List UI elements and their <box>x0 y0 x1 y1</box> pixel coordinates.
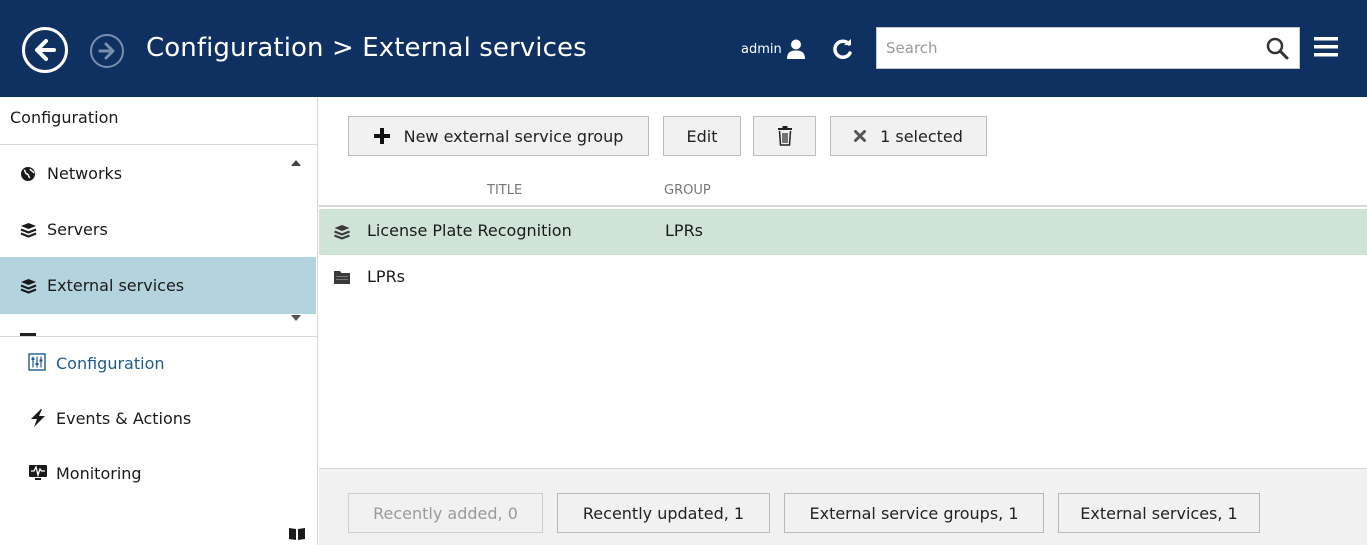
filter-label: External services, 1 <box>1080 503 1238 523</box>
filter-label: Recently updated, 1 <box>582 503 745 523</box>
sidebar: Configuration Networks Servers External … <box>0 97 318 545</box>
layers-icon <box>334 225 350 240</box>
back-button[interactable] <box>22 27 68 73</box>
selected-count: 1 selected <box>880 126 963 146</box>
pulse-monitor-icon <box>28 463 48 483</box>
plus-icon <box>373 128 390 144</box>
nav-label: Configuration <box>56 353 165 373</box>
book-icon[interactable] <box>288 527 306 541</box>
username[interactable]: admin <box>741 42 782 57</box>
table-row[interactable]: License Plate Recognition LPRs <box>319 209 1367 255</box>
nav-configuration[interactable]: Configuration <box>0 337 318 389</box>
clear-selection-button[interactable]: 1 selected <box>830 116 987 156</box>
top-bar: Configuration > External services admin <box>0 0 1367 97</box>
nav-label: Events & Actions <box>56 408 192 428</box>
arrow-right-icon <box>98 42 115 60</box>
filter-label: External service groups, 1 <box>809 503 1019 523</box>
scroll-up-arrow[interactable] <box>291 160 301 166</box>
row-title: LPRs <box>367 267 406 286</box>
external-service-groups-filter[interactable]: External service groups, 1 <box>784 493 1044 533</box>
toolbar: New external service group Edit 1 select… <box>319 97 1367 177</box>
lightning-icon <box>28 408 48 428</box>
globe-icon <box>20 166 38 182</box>
search-box <box>876 27 1300 69</box>
nav-label: Monitoring <box>56 463 142 483</box>
row-title: License Plate Recognition <box>367 221 572 240</box>
forward-button[interactable] <box>90 34 124 68</box>
sidebar-item-label: External services <box>47 276 185 295</box>
refresh-icon[interactable] <box>831 37 855 61</box>
search-input[interactable] <box>877 28 1247 68</box>
nav-events-actions[interactable]: Events & Actions <box>0 392 318 444</box>
close-icon <box>854 130 867 142</box>
recently-updated-filter[interactable]: Recently updated, 1 <box>557 493 770 533</box>
arrow-left-icon <box>35 39 56 61</box>
edit-button[interactable]: Edit <box>663 116 741 156</box>
scroll-down-arrow[interactable] <box>291 315 301 321</box>
breadcrumb: Configuration > External services <box>146 33 587 63</box>
sidebar-item-servers[interactable]: Servers <box>0 201 318 258</box>
new-group-label: New external service group <box>403 126 624 146</box>
trash-icon <box>777 126 792 146</box>
column-group[interactable]: GROUP <box>664 183 711 198</box>
nav-monitoring[interactable]: Monitoring <box>0 447 318 499</box>
recently-added-filter[interactable]: Recently added, 0 <box>348 493 543 533</box>
sidebar-item-external-services[interactable]: External services <box>0 257 316 314</box>
column-title[interactable]: TITLE <box>487 183 522 198</box>
table-row[interactable]: LPRs <box>319 255 1367 301</box>
sliders-icon <box>28 353 48 373</box>
search-icon[interactable] <box>1265 36 1289 60</box>
new-group-button[interactable]: New external service group <box>348 116 649 156</box>
sidebar-item-networks[interactable]: Networks <box>0 145 318 202</box>
hamburger-menu-icon[interactable] <box>1313 34 1339 60</box>
sidebar-item-label: Servers <box>47 220 108 239</box>
layers-icon <box>20 222 38 238</box>
sidebar-heading: Configuration <box>10 108 119 127</box>
folder-icon <box>334 271 350 284</box>
delete-button[interactable] <box>753 116 816 156</box>
edit-label: Edit <box>686 126 718 146</box>
user-icon[interactable] <box>785 38 807 60</box>
filter-bar: Recently added, 0 Recently updated, 1 Ex… <box>319 468 1367 545</box>
main-panel: New external service group Edit 1 select… <box>319 97 1367 545</box>
filter-label: Recently added, 0 <box>373 503 518 523</box>
sidebar-item-label: Networks <box>47 164 123 183</box>
table-header: TITLE GROUP <box>319 177 1367 207</box>
row-group: LPRs <box>665 221 704 240</box>
external-services-filter[interactable]: External services, 1 <box>1058 493 1260 533</box>
layers-icon <box>20 278 38 294</box>
